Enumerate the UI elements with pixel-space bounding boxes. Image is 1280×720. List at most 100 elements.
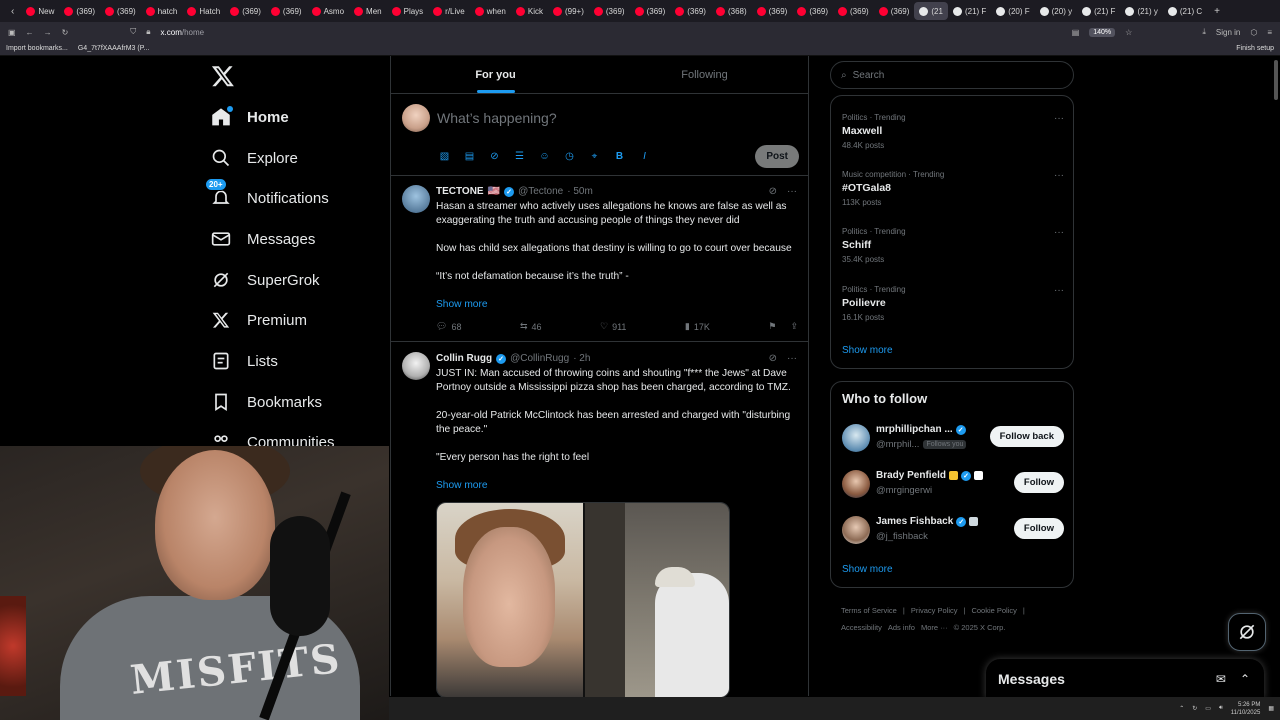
browser-tab[interactable]: when: [470, 2, 511, 20]
star-icon[interactable]: ☆: [1125, 28, 1132, 37]
new-tab-icon[interactable]: +: [1207, 6, 1227, 17]
tweet[interactable]: Collin Rugg ✓ @CollinRugg · 2h ⊘ ··· JUS…: [391, 342, 809, 698]
follow-button[interactable]: Follow: [1013, 472, 1064, 493]
browser-tab[interactable]: (21) C: [1163, 2, 1207, 20]
tray-refresh-icon[interactable]: ↻: [1192, 705, 1197, 712]
tweet-time[interactable]: · 2h: [573, 353, 590, 364]
trend-item[interactable]: Politics · Trending Maxwell 48.4K posts …: [842, 113, 1064, 150]
browser-tab[interactable]: (20) F: [991, 2, 1034, 20]
tweet-handle[interactable]: @Tectone: [518, 186, 563, 197]
browser-tab[interactable]: (369): [630, 2, 671, 20]
bold-icon[interactable]: B: [613, 150, 626, 163]
volume-icon[interactable]: 🔊︎: [1219, 705, 1223, 712]
location-icon[interactable]: ⌖: [588, 150, 601, 163]
browser-tab[interactable]: Hatch: [182, 2, 225, 20]
network-icon[interactable]: ▭: [1205, 705, 1211, 712]
suggestion-name[interactable]: mrphillipchan ...: [876, 424, 953, 435]
browser-tab[interactable]: Asmo: [307, 2, 349, 20]
sign-in-button[interactable]: Sign in: [1216, 28, 1240, 37]
tweet-media[interactable]: [436, 502, 730, 698]
poll-icon[interactable]: ☰: [513, 150, 526, 163]
browser-tab[interactable]: (369): [225, 2, 266, 20]
browser-tab[interactable]: (369): [589, 2, 630, 20]
share-icon[interactable]: ⇪: [790, 321, 798, 332]
browser-tab[interactable]: (369): [792, 2, 833, 20]
trend-item[interactable]: Politics · Trending Schiff 35.4K posts ·…: [842, 227, 1064, 264]
browser-tab[interactable]: (21) F: [1077, 2, 1120, 20]
reader-view-icon[interactable]: ▤: [1072, 28, 1080, 37]
who-to-follow-show-more[interactable]: Show more: [842, 564, 893, 575]
search-input[interactable]: ⌕ Search: [830, 61, 1074, 89]
browser-tab[interactable]: (369): [100, 2, 141, 20]
more-icon[interactable]: ···: [1054, 285, 1064, 296]
reload-icon[interactable]: ↻: [62, 28, 69, 37]
grok-floating-button[interactable]: [1228, 613, 1266, 651]
post-button[interactable]: Post: [755, 145, 799, 168]
suggestion-avatar[interactable]: [842, 516, 870, 544]
bookmark-button[interactable]: ⚑ ⇪: [768, 321, 798, 332]
more-icon[interactable]: ···: [787, 353, 797, 364]
finish-setup-button[interactable]: Finish setup: [1236, 45, 1274, 52]
image-icon[interactable]: ▧: [438, 150, 451, 163]
grok-icon[interactable]: ⊘: [769, 186, 777, 197]
browser-tab[interactable]: (368): [711, 2, 752, 20]
bookmark-item[interactable]: G4_7t7fXAAAfrM3 (P...: [78, 45, 149, 52]
nav-supergrok[interactable]: SuperGrok: [211, 265, 320, 295]
tab-scroll-left-icon[interactable]: ‹: [4, 6, 21, 17]
suggestion-handle[interactable]: @j_fishback: [876, 531, 928, 542]
like-button[interactable]: ♡ 911: [600, 321, 626, 332]
bookmark-item[interactable]: Import bookmarks...: [6, 45, 68, 52]
nav-messages[interactable]: Messages: [211, 224, 315, 254]
show-more-link[interactable]: Show more: [436, 299, 488, 310]
browser-tab[interactable]: (369): [266, 2, 307, 20]
grok-icon[interactable]: ⊘: [488, 150, 501, 163]
extensions-icon[interactable]: ⬡: [1250, 28, 1257, 37]
browser-tab[interactable]: (369): [670, 2, 711, 20]
browser-tab[interactable]: (369): [833, 2, 874, 20]
expand-icon[interactable]: ⌃: [1240, 672, 1250, 686]
follow-suggestion[interactable]: James Fishback ✓ @j_fishback Follow: [842, 516, 1064, 546]
browser-tab[interactable]: New: [21, 2, 59, 20]
nav-home[interactable]: Home: [211, 102, 289, 132]
follow-suggestion[interactable]: Brady Penfield ✓ @mrgingerwi Follow: [842, 470, 1064, 500]
compose-input[interactable]: What’s happening?: [437, 110, 557, 126]
emoji-icon[interactable]: ☺: [538, 150, 551, 163]
repost-button[interactable]: ⇆ 46: [520, 321, 542, 332]
suggestion-name[interactable]: Brady Penfield: [876, 470, 946, 481]
browser-tab[interactable]: (369): [752, 2, 793, 20]
messages-drawer[interactable]: Messages ✉ ⌃: [986, 659, 1264, 699]
suggestion-handle[interactable]: @mrphil...: [876, 439, 919, 450]
browser-tab[interactable]: hatch: [141, 2, 183, 20]
browser-tab[interactable]: Kick: [511, 2, 548, 20]
follow-suggestion[interactable]: mrphillipchan ... ✓ @mrphil... Follows you…: [842, 424, 1064, 454]
tweet-avatar[interactable]: [402, 352, 430, 380]
suggestion-handle[interactable]: @mrgingerwi: [876, 485, 932, 496]
more-icon[interactable]: ···: [1054, 227, 1064, 238]
menu-icon[interactable]: ≡: [1267, 28, 1272, 37]
footer-link[interactable]: Accessibility: [841, 623, 882, 632]
page-scrollbar[interactable]: [1274, 60, 1278, 100]
browser-tab[interactable]: (369): [874, 2, 915, 20]
browser-tab[interactable]: (369): [59, 2, 100, 20]
more-icon[interactable]: ···: [787, 186, 797, 197]
nav-explore[interactable]: Explore: [211, 143, 298, 173]
download-icon[interactable]: ⤓: [1202, 27, 1206, 37]
tab-following[interactable]: Following: [600, 56, 809, 93]
suggestion-name[interactable]: James Fishback: [876, 516, 953, 527]
nav-premium[interactable]: Premium: [211, 305, 307, 335]
gif-icon[interactable]: ▤: [463, 150, 476, 163]
browser-tab[interactable]: Men: [349, 2, 387, 20]
suggestion-avatar[interactable]: [842, 424, 870, 452]
schedule-icon[interactable]: ◷: [563, 150, 576, 163]
footer-link[interactable]: More ···: [921, 623, 948, 632]
browser-tab[interactable]: r/Live: [428, 2, 470, 20]
address-bar[interactable]: x.com/home: [161, 28, 205, 37]
browser-tab[interactable]: (99+): [548, 2, 589, 20]
browser-tab[interactable]: Plays: [387, 2, 429, 20]
tweet-time[interactable]: · 50m: [567, 186, 593, 197]
lock-icon[interactable]: 🔒︎: [146, 27, 150, 37]
suggestion-avatar[interactable]: [842, 470, 870, 498]
trend-item[interactable]: Music competition · Trending #OTGala8 11…: [842, 170, 1064, 207]
tweet-image-street[interactable]: [585, 503, 729, 697]
views-button[interactable]: ▮ 17K: [685, 321, 710, 332]
